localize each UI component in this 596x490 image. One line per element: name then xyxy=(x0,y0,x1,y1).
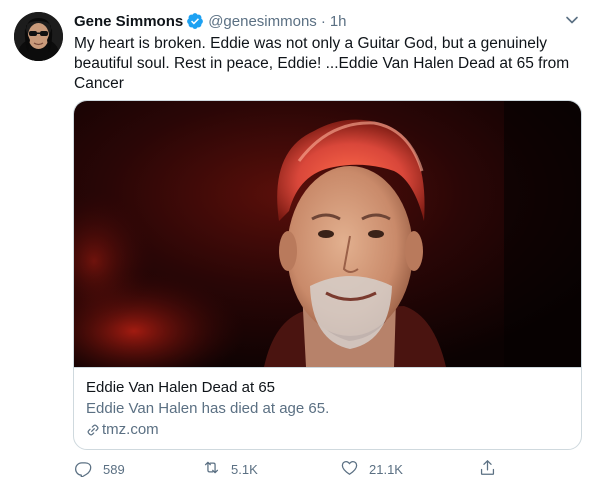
verified-badge-icon xyxy=(186,12,204,30)
separator-dot: · xyxy=(320,12,326,30)
tweet-actions: 589 5.1K 21.1K xyxy=(74,458,504,480)
reply-button[interactable]: 589 xyxy=(74,458,125,480)
retweet-icon xyxy=(202,458,221,480)
card-image[interactable] xyxy=(74,101,581,367)
card-title: Eddie Van Halen Dead at 65 xyxy=(86,379,276,396)
tweet-header: Gene Simmons @genesimmons · 1h xyxy=(74,10,556,32)
link-card[interactable]: Eddie Van Halen Dead at 65 Eddie Van Hal… xyxy=(73,100,582,450)
chevron-down-icon[interactable] xyxy=(564,12,580,28)
retweet-count: 5.1K xyxy=(231,461,258,477)
reply-count: 589 xyxy=(103,461,125,477)
reply-icon xyxy=(74,458,93,480)
like-count: 21.1K xyxy=(369,461,403,477)
timestamp[interactable]: 1h xyxy=(330,13,347,30)
tweet[interactable]: Gene Simmons @genesimmons · 1h My heart … xyxy=(0,0,596,490)
link-icon xyxy=(86,423,100,437)
retweet-button[interactable]: 5.1K xyxy=(202,458,258,480)
tweet-text: My heart is broken. Eddie was not only a… xyxy=(74,35,570,92)
display-name[interactable]: Gene Simmons xyxy=(74,13,183,30)
card-description: Eddie Van Halen has died at age 65. xyxy=(86,400,330,417)
share-button[interactable] xyxy=(478,458,497,480)
avatar[interactable] xyxy=(14,12,63,61)
card-domain-text[interactable]: tmz.com xyxy=(102,420,159,440)
card-domain: tmz.com xyxy=(86,420,569,440)
user-handle[interactable]: @genesimmons xyxy=(208,13,317,30)
like-icon xyxy=(340,458,359,480)
like-button[interactable]: 21.1K xyxy=(340,458,403,480)
share-icon xyxy=(478,458,497,480)
card-body[interactable]: Eddie Van Halen Dead at 65 Eddie Van Hal… xyxy=(74,367,581,449)
